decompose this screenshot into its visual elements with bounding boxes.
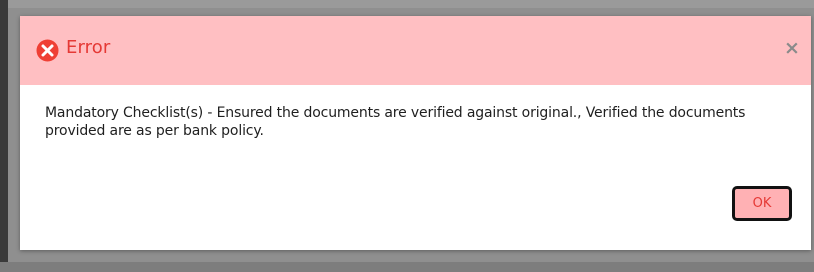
- page-backdrop-bottom: [0, 262, 814, 272]
- page-backdrop-top: [0, 0, 814, 8]
- dialog-title: Error: [66, 37, 111, 58]
- error-dialog: Error × Mandatory Checklist(s) - Ensured…: [20, 16, 811, 250]
- error-message: Mandatory Checklist(s) - Ensured the doc…: [45, 105, 746, 139]
- page-backdrop-left-edge: [0, 0, 8, 272]
- error-icon: [36, 39, 59, 62]
- close-icon: ×: [784, 37, 800, 59]
- ok-button[interactable]: OK: [732, 186, 792, 221]
- dialog-header: Error ×: [20, 16, 811, 85]
- close-button[interactable]: ×: [780, 36, 804, 60]
